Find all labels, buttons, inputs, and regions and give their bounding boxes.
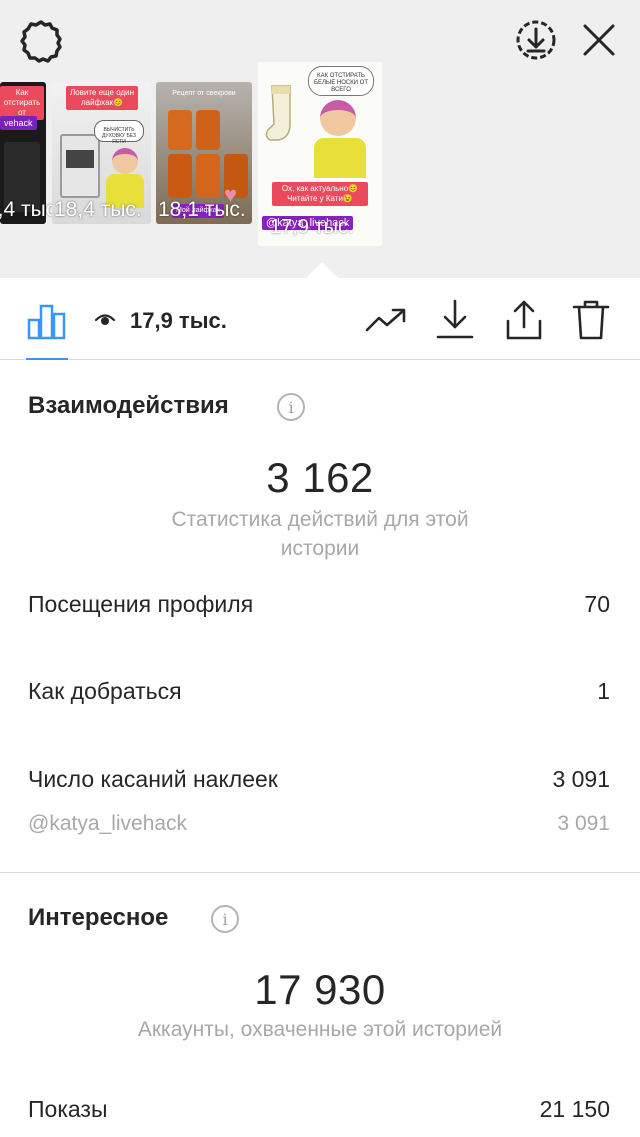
close-icon[interactable] bbox=[576, 17, 622, 63]
story-toolbar: 17,9 тыс. bbox=[0, 278, 640, 360]
info-icon[interactable]: i bbox=[277, 393, 305, 421]
jar-image bbox=[196, 154, 220, 198]
metric-label: Посещения профиля bbox=[28, 591, 254, 617]
section-divider bbox=[0, 872, 640, 873]
character-head bbox=[320, 100, 356, 136]
jar-image bbox=[168, 110, 192, 150]
interactions-caption: Статистика действий для этой истории bbox=[171, 508, 469, 560]
trash-icon[interactable] bbox=[569, 298, 613, 342]
section-title-interactions: Взаимодействия bbox=[28, 392, 229, 419]
metric-value: 21 150 bbox=[539, 1096, 610, 1122]
story-text-overlay: Рецепт от свекрови bbox=[172, 90, 236, 97]
story-tag: vehack bbox=[0, 116, 37, 130]
story-text-overlay: Ловите еще один лайфхак😊 bbox=[66, 86, 138, 110]
metric-label: Число касаний наклеек bbox=[28, 766, 278, 792]
metric-value: 3 091 bbox=[552, 766, 610, 792]
story-view-count: 17,9 тыс. bbox=[270, 216, 354, 238]
oven-image bbox=[60, 134, 100, 198]
metric-label: Показы bbox=[28, 1096, 108, 1122]
selected-pointer bbox=[306, 262, 338, 278]
metric-value: 70 bbox=[584, 591, 610, 617]
character-body bbox=[314, 138, 366, 178]
settings-icon[interactable] bbox=[16, 16, 66, 66]
section-title-discovery: Интересное bbox=[28, 904, 169, 931]
download-icon[interactable] bbox=[433, 298, 477, 342]
story-view-count: 18,1 тыс. bbox=[158, 198, 246, 221]
character-head bbox=[112, 148, 138, 174]
jar-image bbox=[196, 110, 220, 150]
speech-bubble: ВЫЧИСТИТЬ ДУХОВКУ БЕЗ ЯСТИ bbox=[94, 120, 144, 145]
sticker-handle: @katya_livehack bbox=[28, 812, 188, 835]
story-strip: Как отстирать от vehack 4,4 тыс. Ловите … bbox=[0, 0, 640, 278]
share-icon[interactable] bbox=[502, 298, 546, 342]
reach-caption: Аккаунты, охваченные этой историей bbox=[137, 1018, 503, 1041]
metric-value: 1 bbox=[597, 678, 610, 704]
jar-image bbox=[168, 154, 192, 198]
speech-bubble: КАК ОТСТИРАТЬ БЕЛЫЕ НОСКИ ОТ ВСЕГО bbox=[308, 66, 374, 96]
story-text-overlay: Как отстирать от bbox=[0, 86, 44, 120]
bar-chart-icon[interactable] bbox=[26, 298, 68, 340]
info-icon[interactable]: i bbox=[211, 905, 239, 933]
view-count: 17,9 тыс. bbox=[130, 308, 227, 333]
reach-total: 17 930 bbox=[254, 966, 386, 1013]
trend-icon[interactable] bbox=[364, 298, 408, 342]
story-view-count: 18,4 тыс. bbox=[54, 198, 142, 221]
story-text-overlay: Ох, как актуально😊 Читайте у Кати😉 bbox=[272, 182, 368, 206]
interactions-total: 3 162 bbox=[266, 454, 374, 501]
metric-label: Как добраться bbox=[28, 678, 182, 704]
active-tab-indicator bbox=[26, 358, 68, 360]
save-story-icon[interactable] bbox=[513, 17, 559, 63]
sticker-tap-count: 3 091 bbox=[557, 812, 610, 835]
eye-icon bbox=[94, 311, 116, 327]
sock-image bbox=[264, 84, 302, 148]
